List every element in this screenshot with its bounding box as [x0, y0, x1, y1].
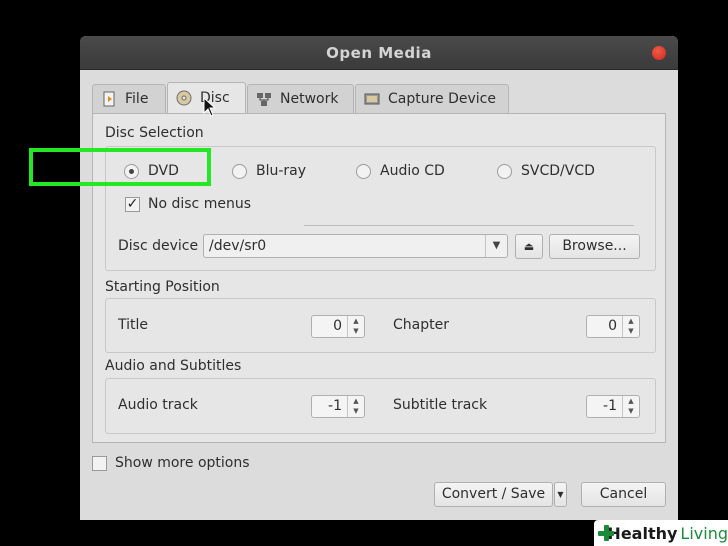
mouse-cursor-icon	[203, 96, 217, 121]
disc-selection-title: Disc Selection	[105, 125, 204, 141]
divider	[304, 225, 634, 226]
capture-device-icon	[364, 91, 380, 107]
radio-audio-cd-label: Audio CD	[380, 163, 445, 179]
tab-capture-device[interactable]: Capture Device	[355, 84, 509, 113]
title-label: Title	[118, 317, 149, 333]
spin-arrows-icon[interactable]: ▲ ▼	[347, 316, 364, 337]
network-icon	[256, 91, 272, 107]
spin-arrows-icon[interactable]: ▲ ▼	[622, 396, 639, 417]
audio-subtitles-title: Audio and Subtitles	[105, 358, 242, 374]
subtitle-track-label: Subtitle track	[393, 397, 488, 413]
spin-arrows-icon[interactable]: ▲ ▼	[622, 316, 639, 337]
subtitle-track-value: -1	[603, 398, 617, 414]
disc-device-combobox[interactable]: /dev/sr0 ▼	[203, 234, 508, 258]
starting-position-title: Starting Position	[105, 279, 220, 295]
close-button[interactable]	[652, 46, 666, 60]
eject-button[interactable]: ⏏	[515, 234, 543, 259]
audio-track-spinbox[interactable]: -1 ▲ ▼	[311, 395, 365, 418]
chapter-label: Chapter	[393, 317, 449, 333]
audio-track-value: -1	[328, 398, 342, 414]
radio-svcd-vcd[interactable]: SVCD/VCD	[497, 163, 595, 179]
tab-file[interactable]: File	[92, 84, 166, 113]
window-title: Open Media	[326, 44, 432, 62]
radio-bluray[interactable]: Blu-ray	[232, 163, 306, 179]
watermark-brand-bold: Healthy	[607, 523, 678, 543]
radio-svcd-vcd-indicator	[497, 163, 512, 179]
title-value: 0	[333, 318, 342, 334]
cancel-button[interactable]: Cancel	[581, 482, 666, 507]
healthy-living-watermark: Healthy Living	[594, 520, 728, 546]
chapter-value: 0	[608, 318, 617, 334]
disc-icon	[176, 90, 192, 106]
chevron-down-icon[interactable]: ▼	[485, 235, 507, 257]
file-icon	[101, 91, 117, 107]
convert-save-dropdown[interactable]: ▼	[554, 482, 567, 507]
spin-arrows-icon[interactable]: ▲ ▼	[347, 396, 364, 417]
highlight-box	[29, 148, 211, 186]
audio-subtitles-group: Audio track -1 ▲ ▼ Subtitle track -1 ▲ ▼	[105, 378, 656, 434]
audio-track-label: Audio track	[118, 397, 198, 413]
subtitle-track-spinbox[interactable]: -1 ▲ ▼	[586, 395, 640, 418]
disc-device-value: /dev/sr0	[209, 238, 267, 254]
convert-save-button[interactable]: Convert / Save	[434, 482, 553, 507]
radio-bluray-label: Blu-ray	[256, 163, 307, 179]
show-more-options-label: Show more options	[115, 455, 250, 471]
tab-network[interactable]: Network	[247, 84, 354, 113]
no-disc-menus-checkbox[interactable]: ✓ No disc menus	[125, 196, 251, 212]
show-more-options-checkbox[interactable]: Show more options	[92, 455, 250, 471]
tab-network-label: Network	[280, 91, 339, 107]
title-bar[interactable]: Open Media	[80, 36, 678, 70]
browse-button[interactable]: Browse...	[549, 234, 640, 259]
title-spinbox[interactable]: 0 ▲ ▼	[311, 315, 365, 338]
eject-icon: ⏏	[523, 240, 535, 253]
open-media-dialog: Open Media File Disc Network Capture Dev…	[80, 36, 678, 520]
no-disc-menus-label: No disc menus	[148, 196, 251, 212]
chapter-spinbox[interactable]: 0 ▲ ▼	[586, 315, 640, 338]
radio-audio-cd-indicator	[356, 163, 371, 179]
watermark-brand-light: Living	[680, 523, 728, 543]
radio-bluray-indicator	[232, 163, 247, 179]
radio-audio-cd[interactable]: Audio CD	[356, 163, 445, 179]
show-more-options-box	[92, 455, 107, 471]
tab-file-label: File	[125, 91, 149, 107]
radio-svcd-vcd-label: SVCD/VCD	[521, 163, 595, 179]
disc-device-label: Disc device	[118, 238, 199, 254]
plus-logo-icon	[598, 525, 616, 541]
no-disc-menus-check-icon: ✓	[125, 195, 140, 212]
starting-position-group: Title 0 ▲ ▼ Chapter 0 ▲ ▼	[105, 298, 656, 353]
chevron-down-icon: ▼	[557, 490, 564, 499]
tab-capture-device-label: Capture Device	[388, 91, 496, 107]
